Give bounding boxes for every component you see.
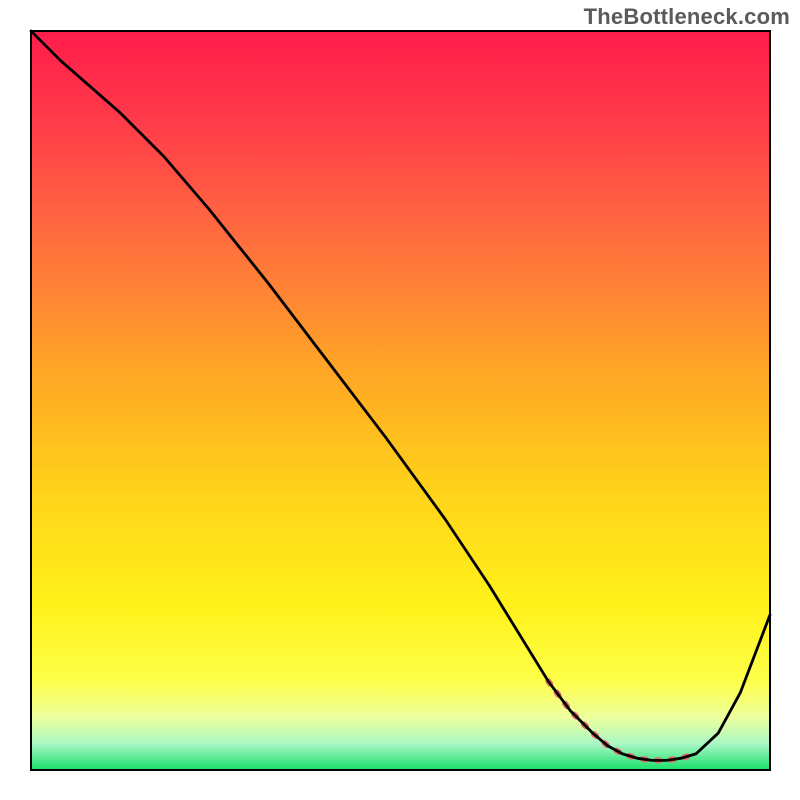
chart-stage: TheBottleneck.com bbox=[0, 0, 800, 800]
plot-background bbox=[31, 31, 770, 770]
chart-svg bbox=[0, 0, 800, 800]
